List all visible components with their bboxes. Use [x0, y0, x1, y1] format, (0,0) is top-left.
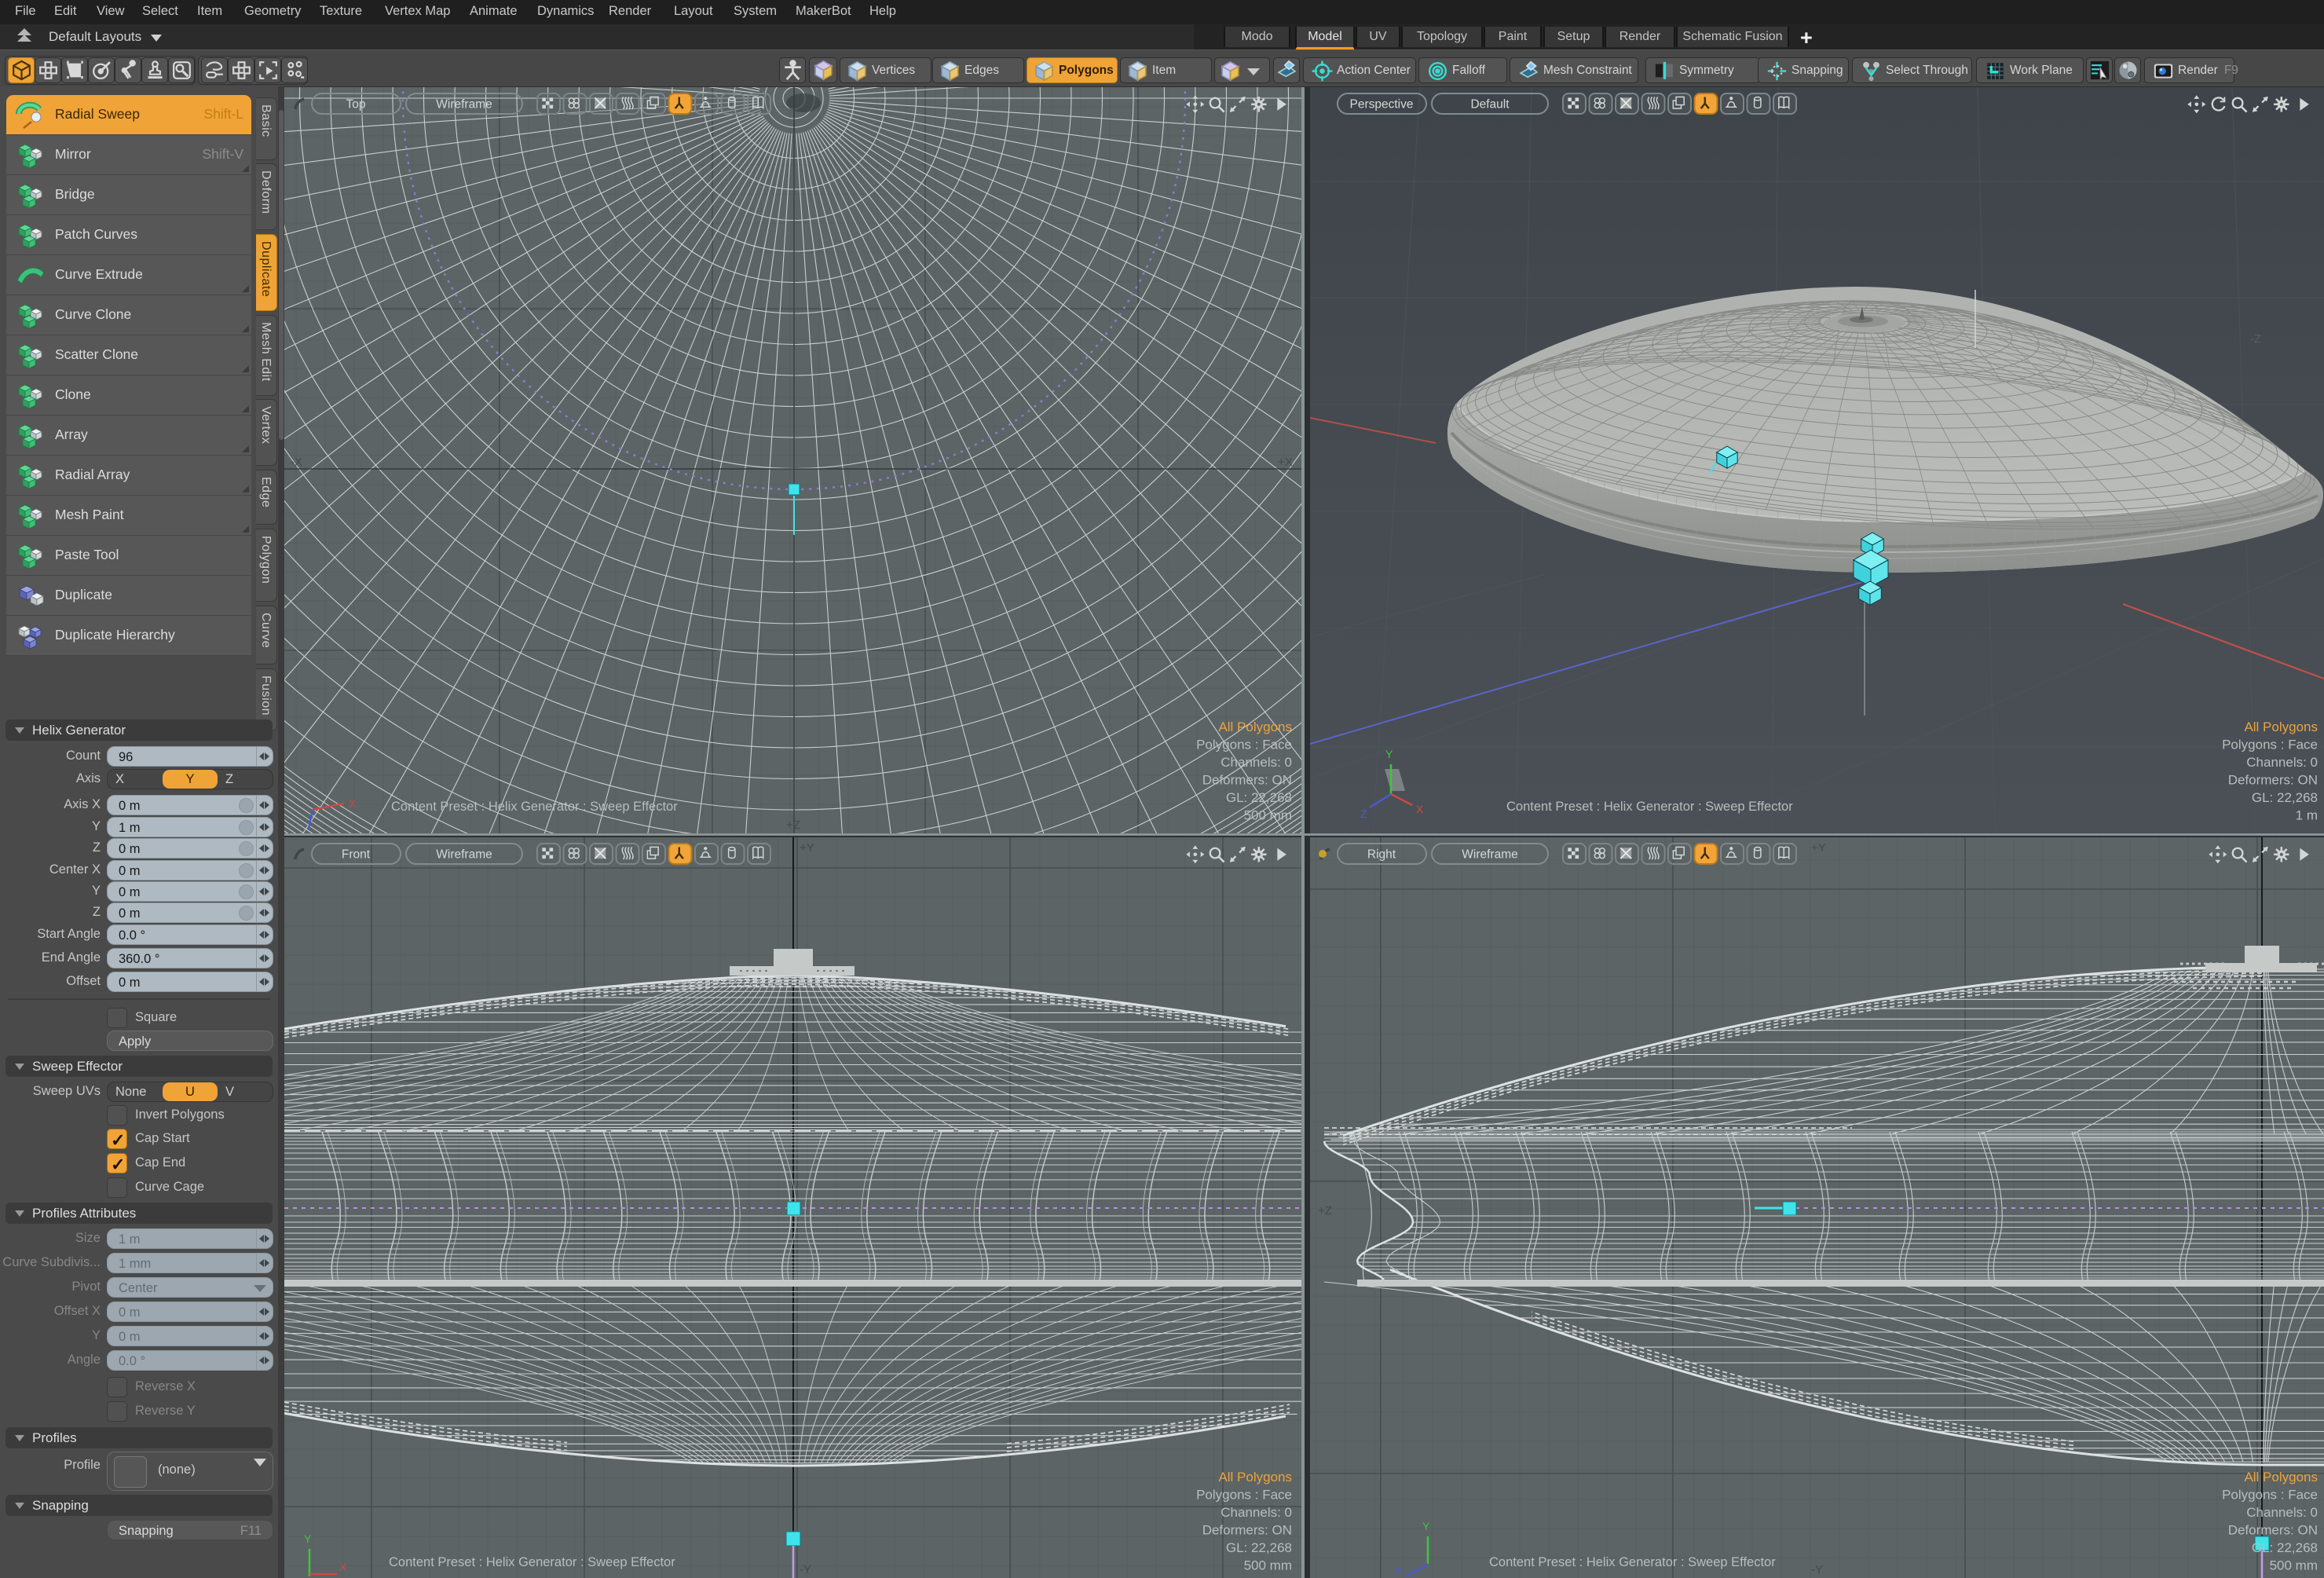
svg-text:All Polygons: All Polygons — [1218, 1470, 1292, 1485]
svg-text:Default: Default — [1470, 98, 1510, 112]
svg-text:Z: Z — [1360, 807, 1367, 820]
svg-text:1 m: 1 m — [2296, 808, 2318, 823]
svg-text:Front: Front — [342, 848, 371, 862]
svg-text:GL: 22,268: GL: 22,268 — [2252, 790, 2318, 805]
svg-text:-Y: -Y — [800, 1563, 811, 1576]
svg-text:-Y: -Y — [1811, 1563, 1823, 1576]
svg-text:Y: Y — [304, 1532, 312, 1545]
svg-text:GL: 22,268: GL: 22,268 — [1226, 1540, 1292, 1555]
svg-text:+Z: +Z — [1318, 1204, 1332, 1217]
svg-text:All Polygons: All Polygons — [2244, 719, 2318, 734]
svg-text:Right: Right — [1367, 848, 1396, 862]
svg-text:Wireframe: Wireframe — [1462, 848, 1517, 862]
svg-text:Deformers: ON: Deformers: ON — [2228, 1523, 2318, 1538]
svg-text:X: X — [349, 797, 357, 810]
svg-text:Wireframe: Wireframe — [436, 98, 492, 112]
svg-text:+X: +X — [1278, 456, 1293, 469]
svg-text:+Y: +Y — [800, 841, 814, 855]
svg-text:Content Preset : Helix Generat: Content Preset : Helix Generator : Sweep… — [391, 800, 678, 814]
svg-text:-X: -X — [291, 456, 302, 469]
svg-text:Channels: 0: Channels: 0 — [1221, 1505, 1292, 1520]
svg-text:Polygons : Face: Polygons : Face — [2222, 738, 2318, 752]
svg-text:500 mm: 500 mm — [2270, 1558, 2318, 1573]
svg-text:Deformers: ON: Deformers: ON — [2228, 773, 2318, 788]
svg-text:Perspective: Perspective — [1350, 98, 1414, 112]
svg-text:-Z: -Z — [2250, 332, 2261, 346]
svg-text:Top: Top — [346, 98, 366, 112]
svg-text:Channels: 0: Channels: 0 — [2246, 755, 2318, 770]
svg-text:X: X — [339, 1561, 347, 1573]
svg-text:+Y: +Y — [1811, 841, 1826, 855]
svg-text:Polygons : Face: Polygons : Face — [2222, 1488, 2318, 1503]
svg-text:Wireframe: Wireframe — [436, 848, 492, 862]
svg-text:+Z: +Z — [786, 818, 800, 832]
svg-text:Content Preset : Helix Generat: Content Preset : Helix Generator : Sweep… — [389, 1555, 675, 1569]
svg-text:Polygons : Face: Polygons : Face — [1196, 1488, 1292, 1503]
svg-text:Channels: 0: Channels: 0 — [2246, 1505, 2318, 1520]
svg-text:Channels: 0: Channels: 0 — [1221, 755, 1292, 770]
svg-text:500 mm: 500 mm — [1244, 808, 1292, 823]
svg-text:Deformers: ON: Deformers: ON — [1202, 1523, 1292, 1538]
svg-text:All Polygons: All Polygons — [2244, 1470, 2318, 1485]
svg-text:GL: 22,268: GL: 22,268 — [2252, 1540, 2318, 1555]
svg-text:Y: Y — [1422, 1520, 1430, 1532]
svg-text:Content Preset : Helix Generat: Content Preset : Helix Generator : Sweep… — [1506, 800, 1793, 814]
svg-text:Z: Z — [1395, 1565, 1402, 1578]
svg-text:X: X — [1416, 803, 1424, 815]
svg-text:All Polygons: All Polygons — [1218, 719, 1292, 734]
svg-text:GL: 22,268: GL: 22,268 — [1226, 790, 1292, 805]
svg-text:Polygons : Face: Polygons : Face — [1196, 738, 1292, 752]
svg-text:500 mm: 500 mm — [1244, 1558, 1292, 1573]
svg-text:Deformers: ON: Deformers: ON — [1202, 773, 1292, 788]
svg-text:Y: Y — [1385, 748, 1393, 760]
svg-text:Content Preset : Helix Generat: Content Preset : Helix Generator : Sweep… — [1489, 1555, 1776, 1569]
